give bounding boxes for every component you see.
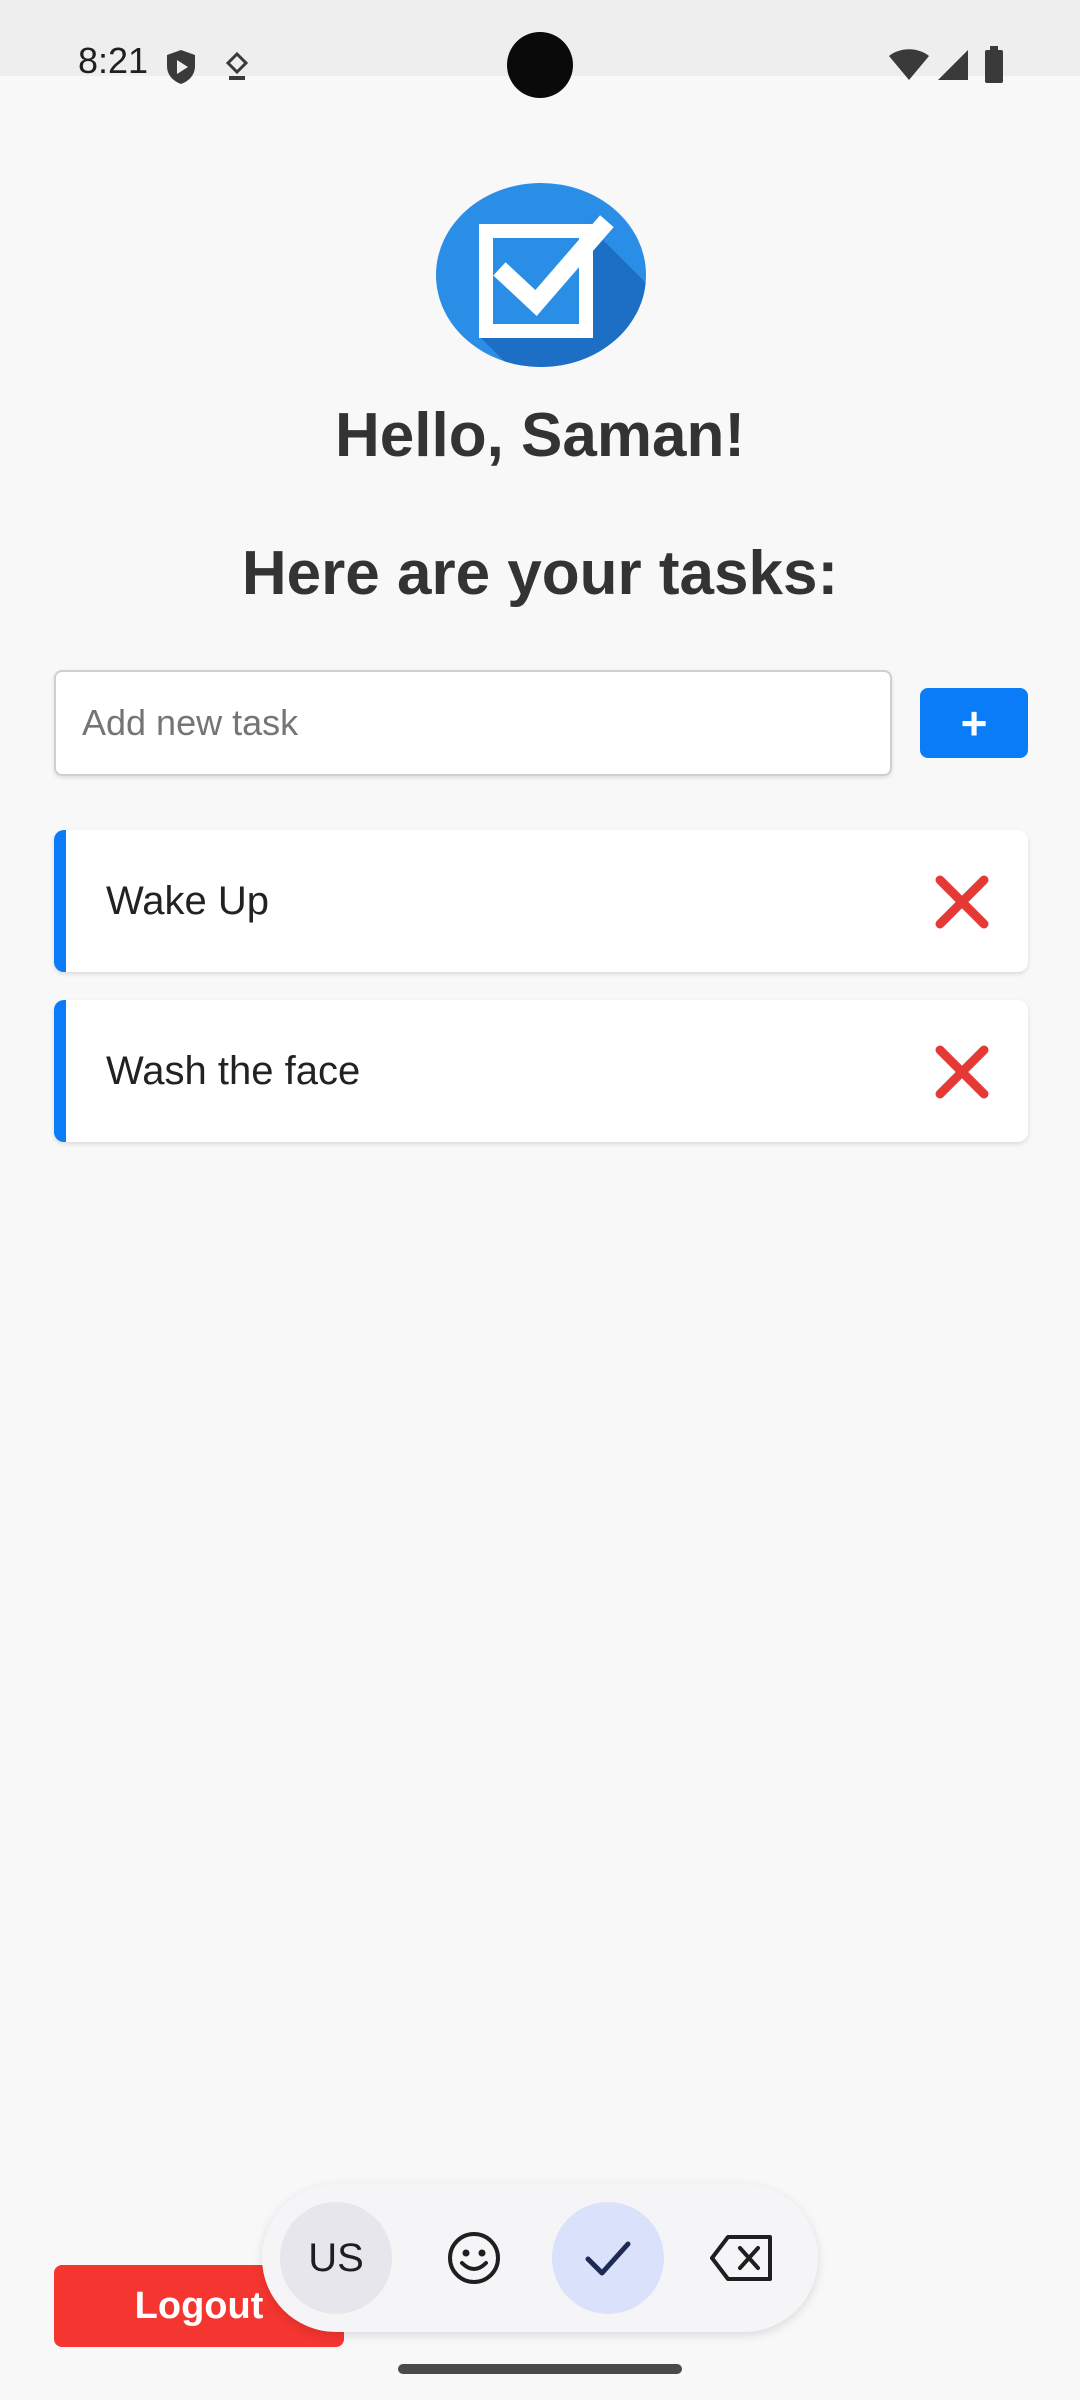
wifi-icon	[889, 49, 929, 80]
checkmark-icon	[585, 2241, 631, 2276]
status-time: 8:21	[78, 40, 149, 81]
new-task-input[interactable]	[54, 670, 892, 776]
cell-signal-icon	[938, 50, 968, 80]
keyboard-toolbar: US	[262, 2184, 818, 2332]
task-text: Wake Up	[106, 879, 270, 923]
home-indicator[interactable]	[398, 2364, 682, 2374]
battery-icon	[985, 46, 1003, 83]
backspace-icon	[710, 2235, 772, 2281]
keyboard-language-button[interactable]: US	[280, 2202, 392, 2314]
logout-label: Logout	[134, 2284, 264, 2327]
keyboard-done-button[interactable]	[552, 2202, 664, 2314]
shield-play-icon	[167, 50, 195, 84]
tasks-heading: Here are your tasks:	[241, 539, 839, 608]
add-button-label: +	[960, 697, 988, 749]
keyboard-language-label: US	[308, 2235, 364, 2280]
add-task-button[interactable]: +	[920, 688, 1028, 758]
camera-cutout	[507, 32, 573, 98]
delete-task-x-icon[interactable]	[934, 1044, 990, 1100]
emoji-button[interactable]	[418, 2202, 530, 2314]
task-item: Wash the face	[54, 1000, 1028, 1142]
greeting-heading: Hello, Saman!	[335, 401, 745, 470]
task-text: Wash the face	[106, 1049, 361, 1093]
emoji-icon	[448, 2232, 500, 2284]
checkbox-checked-icon	[436, 183, 646, 367]
backspace-button[interactable]	[686, 2202, 798, 2314]
status-bar: 8:21	[0, 0, 1080, 98]
task-item: Wake Up	[54, 830, 1028, 972]
delete-task-x-icon[interactable]	[934, 874, 990, 930]
download-indicator-icon	[225, 52, 249, 80]
